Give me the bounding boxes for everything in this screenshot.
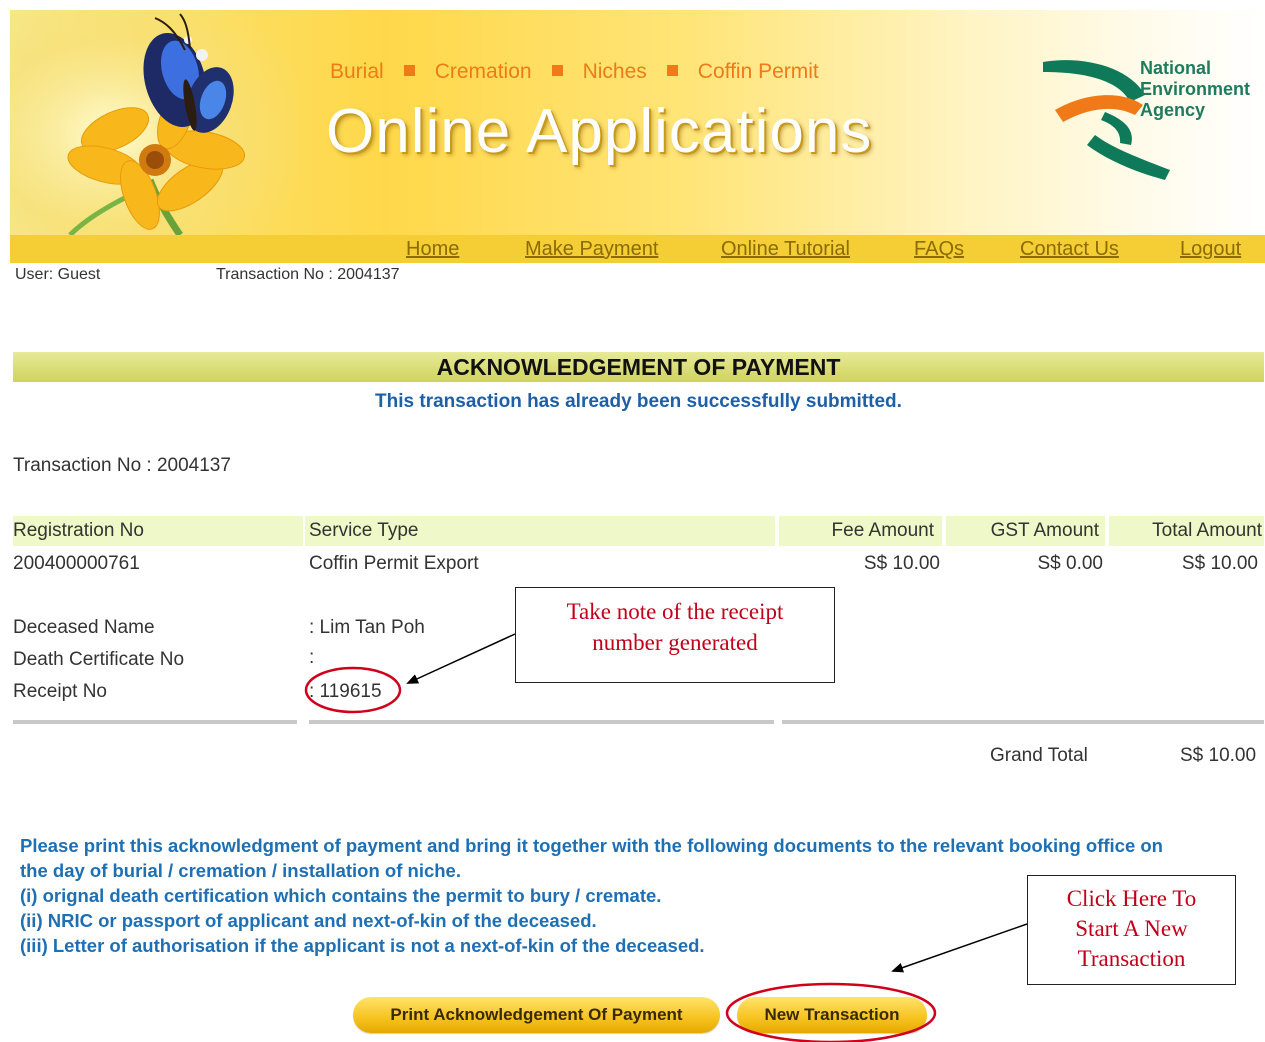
table-header-service-type: Service Type	[305, 516, 775, 546]
nav-faqs-link[interactable]: FAQs	[914, 235, 964, 263]
receipt-arrow	[406, 633, 516, 684]
header-label: GST Amount	[990, 520, 1099, 541]
table-cell-registration: 200400000761	[13, 553, 140, 574]
nav-online-tutorial-link[interactable]: Online Tutorial	[721, 235, 850, 263]
separator-square-icon	[666, 64, 678, 76]
table-header-total: Total Amount	[1109, 516, 1264, 546]
divider	[13, 720, 297, 724]
callout-line: Take note of the receipt	[566, 599, 784, 624]
table-cell-service-type: Coffin Permit Export	[309, 553, 479, 574]
deceased-name-value: : Lim Tan Poh	[309, 617, 425, 638]
header-label: Service Type	[309, 520, 419, 541]
table-header-gst: GST Amount	[946, 516, 1105, 546]
banner-subnav: Burial Cremation Niches Coffin Permit	[330, 60, 819, 84]
callout-line: Transaction	[1077, 946, 1186, 971]
table-header-fee: Fee Amount	[779, 516, 942, 546]
table-header-registration: Registration No	[13, 516, 303, 546]
nea-agency-name: National Environment Agency	[1140, 58, 1250, 121]
subnav-cremation: Cremation	[434, 60, 532, 83]
table-cell-fee: S$ 10.00	[863, 553, 940, 574]
page-title: ACKNOWLEDGEMENT OF PAYMENT	[436, 354, 841, 380]
death-certificate-value: :	[309, 647, 315, 668]
nav-contact-us-link[interactable]: Contact Us	[1020, 235, 1119, 263]
separator-square-icon	[403, 64, 415, 76]
butterfly-flower-image	[10, 10, 300, 235]
transaction-status: Transaction No : 2004137	[216, 266, 400, 283]
instruction-line: Please print this acknowledgment of paym…	[20, 835, 1163, 856]
callout-line: number generated	[592, 630, 758, 655]
death-certificate-label: Death Certificate No	[13, 649, 185, 670]
grand-total-value: S$ 10.00	[1180, 745, 1257, 766]
print-acknowledgement-button[interactable]: Print Acknowledgement Of Payment	[353, 997, 720, 1033]
header-label: Total Amount	[1152, 520, 1262, 541]
deceased-name-label: Deceased Name	[13, 617, 155, 638]
transaction-number: Transaction No : 2004137	[13, 455, 231, 476]
banner-title: Online Applications	[326, 97, 873, 166]
subnav-coffin-permit: Coffin Permit	[697, 60, 819, 83]
separator-square-icon	[551, 64, 563, 76]
divider	[782, 720, 1264, 724]
callout-line: Start A New	[1075, 916, 1188, 941]
nav-logout-link[interactable]: Logout	[1180, 235, 1241, 263]
table-cell-total: S$ 10.00	[1181, 553, 1258, 574]
grand-total-label: Grand Total	[990, 745, 1088, 766]
new-transaction-button[interactable]: New Transaction	[737, 997, 927, 1033]
user-status: User: Guest	[15, 266, 100, 284]
subnav-niches: Niches	[582, 60, 647, 83]
user-label: User:	[15, 266, 58, 283]
table-cell-gst: S$ 0.00	[1037, 553, 1104, 574]
divider	[309, 720, 774, 724]
header-label: Registration No	[13, 520, 144, 541]
callout-line: Click Here To	[1066, 886, 1197, 911]
success-message: This transaction has already been succes…	[375, 391, 902, 412]
agency-name-line-1: National	[1140, 58, 1212, 78]
receipt-no-value: : 119615	[309, 681, 382, 702]
agency-name-line-2: Environment	[1140, 79, 1251, 99]
receipt-note-callout: Take note of the receipt number generate…	[515, 587, 835, 683]
agency-name-line-3: Agency	[1140, 100, 1206, 120]
subnav-burial: Burial	[330, 60, 384, 83]
receipt-no-label: Receipt No	[13, 681, 107, 702]
nav-home-link[interactable]: Home	[406, 235, 459, 263]
header-label: Fee Amount	[831, 520, 934, 541]
new-transaction-callout: Click Here To Start A New Transaction	[1027, 875, 1236, 985]
nav-make-payment-link[interactable]: Make Payment	[525, 235, 658, 263]
user-value: Guest	[57, 266, 101, 283]
